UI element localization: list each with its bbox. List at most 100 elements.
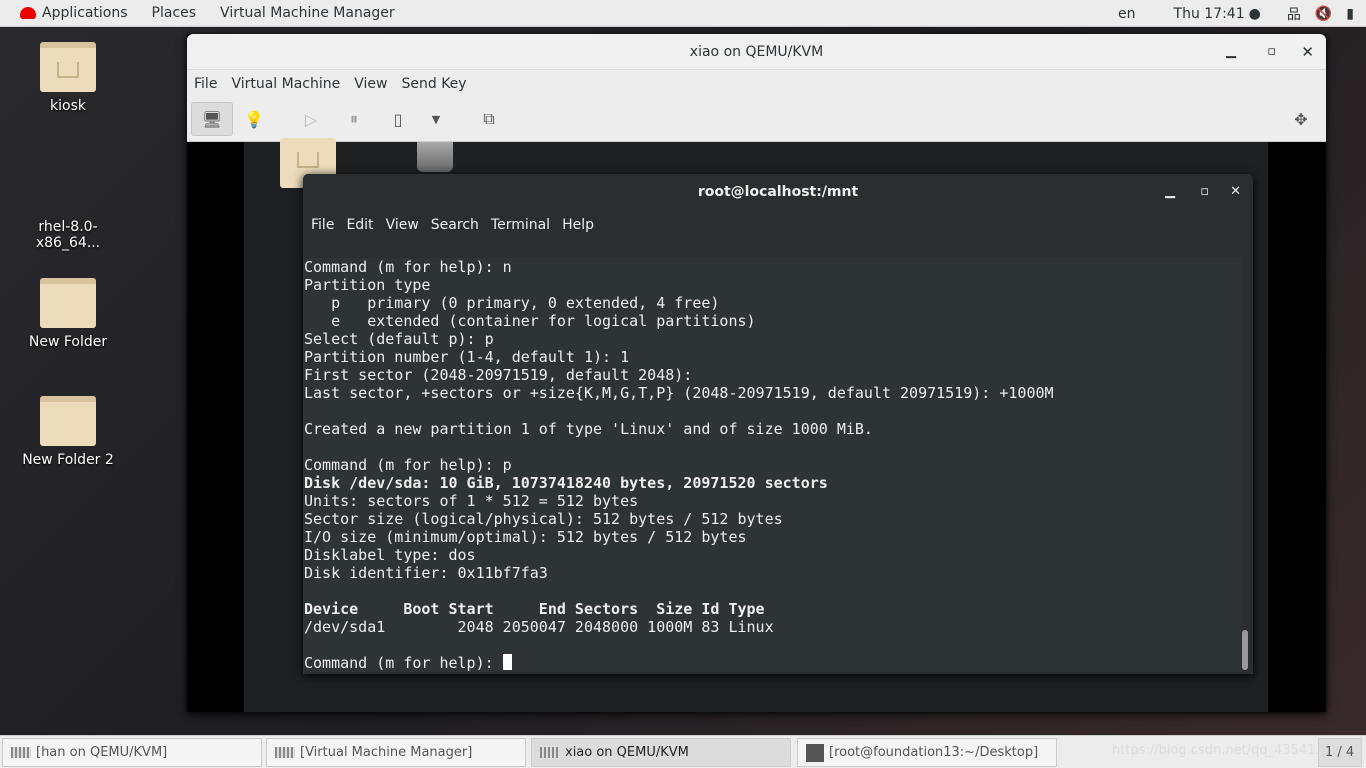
- menu-edit[interactable]: Edit: [340, 217, 379, 233]
- terminal-line: I/O size (minimum/optimal): 512 bytes / …: [304, 528, 747, 546]
- menu-terminal[interactable]: Terminal: [485, 217, 556, 233]
- taskbar: [han on QEMU/KVM] [Virtual Machine Manag…: [0, 735, 1366, 768]
- snapshots-icon: ⧉: [483, 109, 495, 128]
- redhat-logo-icon: [20, 7, 36, 19]
- console-view-button[interactable]: 🖥: [191, 102, 233, 136]
- workspace-switcher[interactable]: 1 / 4: [1318, 738, 1362, 767]
- desktop-icon-new-folder-2[interactable]: New Folder 2: [8, 396, 128, 468]
- trash-icon: [417, 142, 453, 172]
- terminal-line: Disk /dev/sda: 10 GiB, 10737418240 bytes…: [304, 474, 828, 492]
- minimize-button[interactable]: ▁: [1165, 174, 1175, 210]
- applications-label: Applications: [42, 5, 128, 21]
- clock[interactable]: Thu 17:41: [1174, 6, 1245, 22]
- pause-button[interactable]: ⏸: [333, 102, 375, 136]
- terminal-title: root@localhost:/mnt: [697, 184, 859, 200]
- fullscreen-icon: ✥: [1294, 109, 1308, 129]
- desktop-icon-kiosk[interactable]: kiosk: [8, 42, 128, 114]
- monitor-icon: 🖥: [201, 109, 223, 129]
- menu-search[interactable]: Search: [425, 217, 485, 233]
- app-menu[interactable]: Virtual Machine Manager: [208, 0, 407, 27]
- lightbulb-icon: 💡: [244, 109, 264, 129]
- terminal-window: root@localhost:/mnt ▁ ▫ ✕ File Edit View…: [303, 174, 1253, 674]
- cursor: [502, 654, 512, 670]
- battery-icon[interactable]: ▮: [1346, 6, 1354, 22]
- language-indicator[interactable]: en: [1118, 6, 1136, 22]
- fullscreen-button[interactable]: ✥: [1280, 102, 1322, 136]
- chevron-down-icon: ▼: [431, 112, 441, 126]
- workspace-label: 1 / 4: [1325, 745, 1355, 760]
- menu-view[interactable]: View: [380, 217, 425, 233]
- shutdown-dropdown[interactable]: ▼: [415, 102, 457, 136]
- terminal-line: e extended (container for logical partit…: [304, 312, 756, 330]
- terminal-line: Partition type: [304, 276, 431, 294]
- terminal-line: Command (m for help): p: [304, 456, 512, 474]
- icon-label: New Folder 2: [22, 452, 114, 468]
- menu-file[interactable]: File: [187, 76, 224, 92]
- terminal-line: Sector size (logical/physical): 512 byte…: [304, 510, 783, 528]
- terminal-line: Units: sectors of 1 * 512 = 512 bytes: [304, 492, 639, 510]
- task-label: [han on QEMU/KVM]: [36, 745, 168, 760]
- terminal-line: Disklabel type: dos: [304, 546, 476, 564]
- desktop-icon-new-folder[interactable]: New Folder: [8, 278, 128, 350]
- terminal-line: Created a new partition 1 of type 'Linux…: [304, 420, 873, 438]
- task-label: [root@foundation13:~/Desktop]: [829, 745, 1039, 760]
- places-menu[interactable]: Places: [140, 0, 209, 27]
- terminal-menubar: File Edit View Search Terminal Help: [303, 210, 1253, 240]
- applications-menu[interactable]: Applications: [0, 0, 140, 27]
- network-icon[interactable]: 品: [1287, 4, 1301, 24]
- terminal-icon: [806, 743, 824, 762]
- notification-dot-icon: ●: [1248, 5, 1261, 22]
- menu-help[interactable]: Help: [556, 217, 600, 233]
- vm-titlebar: xiao on QEMU/KVM ▁ ▫ ✕: [187, 34, 1326, 70]
- shutdown-button[interactable]: ▯: [377, 102, 419, 136]
- terminal-line: Select (default p): p: [304, 330, 494, 348]
- power-switch-icon: ▯: [393, 109, 403, 129]
- prompt-text: Command (m for help):: [304, 654, 503, 672]
- menu-view[interactable]: View: [347, 76, 394, 92]
- task-han[interactable]: [han on QEMU/KVM]: [2, 738, 262, 767]
- maximize-button[interactable]: ▫: [1200, 174, 1209, 210]
- vm-icon: [11, 747, 31, 758]
- desktop-icon-rhel-iso[interactable]: rhel-8.0-x86_64...: [8, 219, 128, 251]
- close-button[interactable]: ✕: [1301, 34, 1314, 70]
- terminal-line: ​: [304, 438, 1241, 456]
- terminal-line: Device Boot Start End Sectors Size Id Ty…: [304, 600, 765, 618]
- terminal-line: /dev/sda1 2048 2050047 2048000 1000M 83 …: [304, 618, 774, 636]
- terminal-titlebar: root@localhost:/mnt ▁ ▫ ✕: [303, 174, 1253, 210]
- close-button[interactable]: ✕: [1230, 174, 1241, 210]
- terminal-line: ​: [304, 582, 1241, 600]
- icon-label: rhel-8.0-x86_64...: [35, 219, 101, 251]
- terminal-prompt-line: Command (m for help):: [304, 654, 1241, 672]
- terminal-output[interactable]: Command (m for help): n Partition type p …: [303, 258, 1241, 672]
- folder-icon: [40, 396, 96, 446]
- top-bar: Applications Places Virtual Machine Mana…: [0, 0, 1366, 27]
- terminal-line: Disk identifier: 0x11bf7fa3: [304, 564, 548, 582]
- pause-icon: ⏸: [349, 109, 358, 128]
- task-vmm[interactable]: [Virtual Machine Manager]: [266, 738, 526, 767]
- vm-icon: [540, 747, 560, 758]
- run-button[interactable]: ▷: [290, 102, 332, 136]
- terminal-line: First sector (2048-20971519, default 204…: [304, 366, 693, 384]
- vm-menubar: File Virtual Machine View Send Key: [187, 70, 1326, 98]
- details-view-button[interactable]: 💡: [233, 102, 275, 136]
- home-folder-icon: [40, 42, 96, 92]
- task-label: xiao on QEMU/KVM: [565, 745, 689, 760]
- icon-label: kiosk: [50, 98, 86, 114]
- volume-muted-icon[interactable]: 🔇: [1315, 6, 1332, 22]
- terminal-line: Partition number (1-4, default 1): 1: [304, 348, 630, 366]
- task-label: [Virtual Machine Manager]: [300, 745, 473, 760]
- snapshots-button[interactable]: ⧉: [468, 102, 510, 136]
- menu-send-key[interactable]: Send Key: [394, 76, 473, 92]
- terminal-scrollbar[interactable]: [1242, 630, 1248, 670]
- icon-label: New Folder: [28, 334, 108, 350]
- menu-file[interactable]: File: [305, 217, 340, 233]
- menu-virtual-machine[interactable]: Virtual Machine: [224, 76, 347, 92]
- minimize-button[interactable]: ▁: [1226, 34, 1236, 70]
- terminal-line: ​: [304, 636, 1241, 654]
- maximize-button[interactable]: ▫: [1267, 34, 1276, 70]
- terminal-line: p primary (0 primary, 0 extended, 4 free…: [304, 294, 720, 312]
- task-terminal[interactable]: [root@foundation13:~/Desktop]: [797, 738, 1057, 767]
- task-xiao[interactable]: xiao on QEMU/KVM: [531, 738, 791, 767]
- vm-toolbar: 🖥 💡 ▷ ⏸ ▯ ▼ ⧉ ✥: [187, 98, 1326, 142]
- terminal-line: ​: [304, 402, 1241, 420]
